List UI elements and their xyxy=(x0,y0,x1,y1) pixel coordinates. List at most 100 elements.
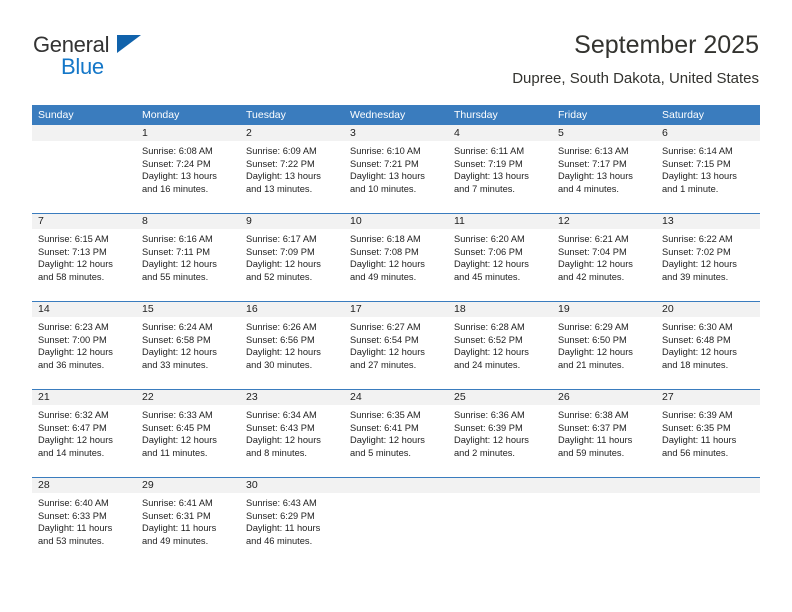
day-number[interactable]: 26 xyxy=(552,389,656,405)
day-number[interactable]: 27 xyxy=(656,389,760,405)
calendar-page: General Blue September 2025 Dupree, Sout… xyxy=(0,0,792,612)
day-number[interactable]: 19 xyxy=(552,301,656,317)
sunset-text: Sunset: 7:17 PM xyxy=(558,158,627,169)
day-details-row: Sunrise: 6:23 AM Sunset: 7:00 PM Dayligh… xyxy=(32,317,760,389)
day-cell[interactable]: Sunrise: 6:13 AM Sunset: 7:17 PM Dayligh… xyxy=(552,141,656,213)
sunrise-text: Sunrise: 6:20 AM xyxy=(454,234,525,244)
day-cell[interactable]: Sunrise: 6:41 AM Sunset: 6:31 PM Dayligh… xyxy=(136,493,240,565)
day-cell[interactable]: Sunrise: 6:34 AM Sunset: 6:43 PM Dayligh… xyxy=(240,405,344,477)
day-cell[interactable]: Sunrise: 6:20 AM Sunset: 7:06 PM Dayligh… xyxy=(448,229,552,301)
day-number[interactable]: 10 xyxy=(344,213,448,229)
sunrise-text: Sunrise: 6:34 AM xyxy=(246,410,317,420)
day-number-band: 28 29 30 xyxy=(32,477,760,493)
day-number[interactable]: 29 xyxy=(136,477,240,493)
day-details-row: Sunrise: 6:32 AM Sunset: 6:47 PM Dayligh… xyxy=(32,405,760,477)
day-cell[interactable]: Sunrise: 6:08 AM Sunset: 7:24 PM Dayligh… xyxy=(136,141,240,213)
daylight-line2: and 1 minute. xyxy=(662,183,719,194)
daylight-line1: Daylight: 12 hours xyxy=(246,259,321,270)
daylight-line1: Daylight: 13 hours xyxy=(454,171,529,182)
sunrise-text: Sunrise: 6:29 AM xyxy=(558,322,629,332)
day-number[interactable]: 7 xyxy=(32,213,136,229)
calendar-grid: Sunday Monday Tuesday Wednesday Thursday… xyxy=(32,105,760,565)
day-number[interactable]: 12 xyxy=(552,213,656,229)
day-number[interactable]: 11 xyxy=(448,213,552,229)
sunset-text: Sunset: 6:39 PM xyxy=(454,422,523,433)
day-number[interactable]: 4 xyxy=(448,125,552,141)
day-number[interactable]: 17 xyxy=(344,301,448,317)
daylight-line2: and 13 minutes. xyxy=(246,183,313,194)
day-number[interactable]: 9 xyxy=(240,213,344,229)
day-cell[interactable]: Sunrise: 6:15 AM Sunset: 7:13 PM Dayligh… xyxy=(32,229,136,301)
day-number[interactable]: 21 xyxy=(32,389,136,405)
day-number[interactable] xyxy=(32,125,136,141)
day-cell[interactable]: Sunrise: 6:10 AM Sunset: 7:21 PM Dayligh… xyxy=(344,141,448,213)
day-cell[interactable]: Sunrise: 6:24 AM Sunset: 6:58 PM Dayligh… xyxy=(136,317,240,389)
day-number[interactable]: 23 xyxy=(240,389,344,405)
day-cell[interactable]: Sunrise: 6:33 AM Sunset: 6:45 PM Dayligh… xyxy=(136,405,240,477)
day-cell[interactable]: Sunrise: 6:11 AM Sunset: 7:19 PM Dayligh… xyxy=(448,141,552,213)
daylight-line2: and 14 minutes. xyxy=(38,447,105,458)
day-cell[interactable]: Sunrise: 6:35 AM Sunset: 6:41 PM Dayligh… xyxy=(344,405,448,477)
sunset-text: Sunset: 6:43 PM xyxy=(246,422,315,433)
day-cell[interactable]: Sunrise: 6:38 AM Sunset: 6:37 PM Dayligh… xyxy=(552,405,656,477)
logo-triangle-icon xyxy=(117,35,141,53)
day-cell[interactable]: Sunrise: 6:18 AM Sunset: 7:08 PM Dayligh… xyxy=(344,229,448,301)
day-number[interactable]: 3 xyxy=(344,125,448,141)
day-cell[interactable]: Sunrise: 6:32 AM Sunset: 6:47 PM Dayligh… xyxy=(32,405,136,477)
daylight-line1: Daylight: 13 hours xyxy=(558,171,633,182)
day-number[interactable]: 14 xyxy=(32,301,136,317)
day-number[interactable]: 6 xyxy=(656,125,760,141)
sunset-text: Sunset: 7:19 PM xyxy=(454,158,523,169)
daylight-line2: and 56 minutes. xyxy=(662,447,729,458)
day-number[interactable]: 25 xyxy=(448,389,552,405)
day-cell[interactable]: Sunrise: 6:43 AM Sunset: 6:29 PM Dayligh… xyxy=(240,493,344,565)
day-cell[interactable]: Sunrise: 6:39 AM Sunset: 6:35 PM Dayligh… xyxy=(656,405,760,477)
day-cell[interactable]: Sunrise: 6:29 AM Sunset: 6:50 PM Dayligh… xyxy=(552,317,656,389)
sunset-text: Sunset: 7:13 PM xyxy=(38,246,107,257)
sunrise-text: Sunrise: 6:40 AM xyxy=(38,498,109,508)
day-cell[interactable]: Sunrise: 6:28 AM Sunset: 6:52 PM Dayligh… xyxy=(448,317,552,389)
title-block: September 2025 Dupree, South Dakota, Uni… xyxy=(512,30,759,89)
sunset-text: Sunset: 6:54 PM xyxy=(350,334,419,345)
logo-text-blue: Blue xyxy=(61,54,104,79)
day-cell[interactable]: Sunrise: 6:09 AM Sunset: 7:22 PM Dayligh… xyxy=(240,141,344,213)
sunrise-text: Sunrise: 6:30 AM xyxy=(662,322,733,332)
day-number[interactable]: 18 xyxy=(448,301,552,317)
daylight-line1: Daylight: 12 hours xyxy=(662,259,737,270)
day-cell[interactable]: Sunrise: 6:23 AM Sunset: 7:00 PM Dayligh… xyxy=(32,317,136,389)
day-number[interactable]: 28 xyxy=(32,477,136,493)
daylight-line2: and 49 minutes. xyxy=(142,535,209,546)
sunrise-text: Sunrise: 6:35 AM xyxy=(350,410,421,420)
day-number[interactable]: 20 xyxy=(656,301,760,317)
day-number[interactable]: 5 xyxy=(552,125,656,141)
sunset-text: Sunset: 7:24 PM xyxy=(142,158,211,169)
day-number[interactable]: 1 xyxy=(136,125,240,141)
daylight-line2: and 11 minutes. xyxy=(142,447,208,458)
day-cell[interactable]: Sunrise: 6:21 AM Sunset: 7:04 PM Dayligh… xyxy=(552,229,656,301)
sunrise-text: Sunrise: 6:24 AM xyxy=(142,322,213,332)
day-cell[interactable]: Sunrise: 6:30 AM Sunset: 6:48 PM Dayligh… xyxy=(656,317,760,389)
day-number[interactable]: 15 xyxy=(136,301,240,317)
day-number[interactable]: 16 xyxy=(240,301,344,317)
day-number[interactable]: 22 xyxy=(136,389,240,405)
day-cell[interactable]: Sunrise: 6:26 AM Sunset: 6:56 PM Dayligh… xyxy=(240,317,344,389)
daylight-line1: Daylight: 11 hours xyxy=(558,435,633,446)
day-cell[interactable]: Sunrise: 6:40 AM Sunset: 6:33 PM Dayligh… xyxy=(32,493,136,565)
day-number[interactable]: 13 xyxy=(656,213,760,229)
day-cell[interactable]: Sunrise: 6:17 AM Sunset: 7:09 PM Dayligh… xyxy=(240,229,344,301)
day-number[interactable]: 8 xyxy=(136,213,240,229)
daylight-line1: Daylight: 11 hours xyxy=(38,523,113,534)
sunset-text: Sunset: 6:56 PM xyxy=(246,334,315,345)
day-cell[interactable]: Sunrise: 6:36 AM Sunset: 6:39 PM Dayligh… xyxy=(448,405,552,477)
day-cell[interactable]: Sunrise: 6:27 AM Sunset: 6:54 PM Dayligh… xyxy=(344,317,448,389)
day-number[interactable]: 30 xyxy=(240,477,344,493)
daylight-line2: and 46 minutes. xyxy=(246,535,313,546)
day-number[interactable]: 2 xyxy=(240,125,344,141)
daylight-line2: and 5 minutes. xyxy=(350,447,411,458)
daylight-line2: and 49 minutes. xyxy=(350,271,417,282)
day-cell[interactable]: Sunrise: 6:14 AM Sunset: 7:15 PM Dayligh… xyxy=(656,141,760,213)
day-cell[interactable]: Sunrise: 6:16 AM Sunset: 7:11 PM Dayligh… xyxy=(136,229,240,301)
day-cell[interactable]: Sunrise: 6:22 AM Sunset: 7:02 PM Dayligh… xyxy=(656,229,760,301)
weekday-header-thursday: Thursday xyxy=(454,109,498,121)
day-number[interactable]: 24 xyxy=(344,389,448,405)
